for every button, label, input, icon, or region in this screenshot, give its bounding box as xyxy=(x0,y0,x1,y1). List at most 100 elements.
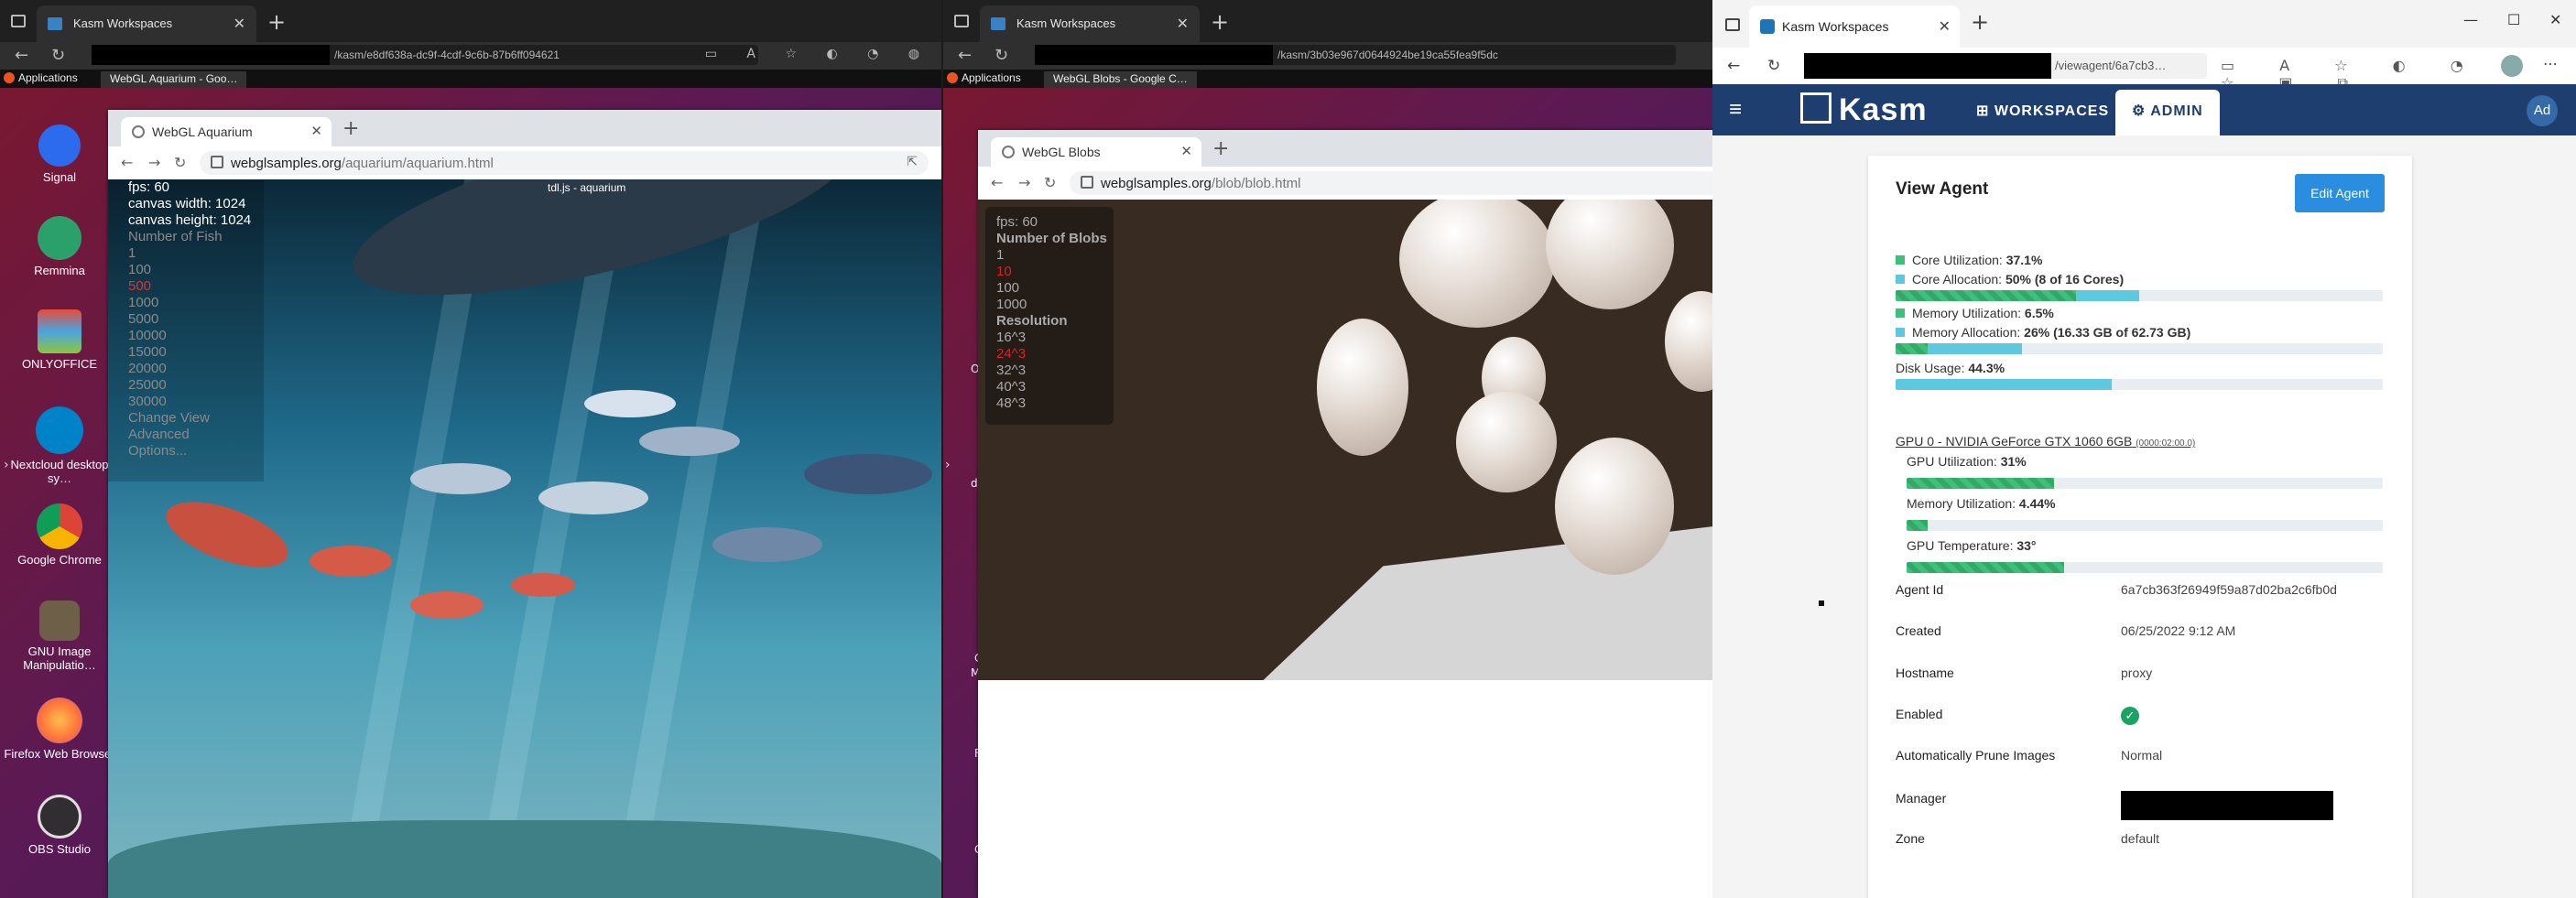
outer-tab[interactable]: Kasm Workspaces ✕ xyxy=(37,5,256,42)
outer-tab[interactable]: Kasm Workspaces ✕ xyxy=(980,5,1200,42)
edit-agent-button[interactable]: Edit Agent xyxy=(2295,174,2385,212)
blobs-canvas[interactable]: fps: 60 Number of Blobs 1 10 100 1000 Re… xyxy=(978,200,1712,898)
desktop-icon-signal[interactable]: Signal xyxy=(0,124,119,184)
fish-option[interactable]: 100 xyxy=(108,262,264,278)
minimize-icon[interactable]: — xyxy=(2463,11,2478,28)
refresh-icon[interactable]: ↻ xyxy=(51,46,65,65)
url-field[interactable]: /kasm/e8df638a-dc9f-4cdf-9c6b-87b6ff0946… xyxy=(92,45,758,65)
fish-option-selected[interactable]: 500 xyxy=(108,278,264,295)
tab-actions-icon[interactable] xyxy=(954,15,969,27)
chrome-tab[interactable]: WebGL Aquarium ✕ xyxy=(121,117,332,146)
change-view-option[interactable]: Change View xyxy=(108,410,264,427)
expand-left-icon[interactable]: › xyxy=(4,458,9,472)
refresh-icon[interactable]: ↻ xyxy=(995,46,1008,65)
fish-option[interactable]: 30000 xyxy=(108,394,264,410)
close-icon[interactable]: ✕ xyxy=(310,123,322,139)
new-tab-icon[interactable]: + xyxy=(1971,9,1989,35)
detail-value: proxy xyxy=(2121,665,2153,680)
desktop-icon-onlyoffice[interactable]: ONLYOFFICE xyxy=(0,309,119,371)
toolbar-icons[interactable]: ▭ A ☆ ◐ ◔ ◍ xyxy=(705,47,932,61)
applications-label: Applications xyxy=(962,71,1021,84)
desktop-icon-remmina[interactable]: Remmina xyxy=(0,216,119,277)
url-field[interactable]: /viewagent/6a7cb3… xyxy=(1804,53,2207,79)
user-avatar[interactable]: Ad xyxy=(2527,95,2558,126)
gpu-temp-fill xyxy=(1907,562,2064,573)
legend-swatch xyxy=(1896,255,1905,265)
more-icon[interactable]: ⋯ xyxy=(2543,55,2558,72)
silver-fish xyxy=(584,390,676,417)
reload-icon[interactable]: ↻ xyxy=(1044,174,1056,191)
blob-option[interactable]: 1000 xyxy=(985,297,1114,313)
expand-left-icon[interactable]: › xyxy=(945,458,951,472)
close-icon[interactable]: ✕ xyxy=(1180,143,1192,159)
desktop-icon-gimp[interactable]: GNU Image Manipulatio… xyxy=(0,600,119,672)
edge-tab[interactable]: Kasm Workspaces ✕ xyxy=(1749,5,1960,48)
back-icon[interactable]: ← xyxy=(1727,57,1740,75)
close-icon[interactable]: ✕ xyxy=(1939,17,1951,35)
share-icon[interactable]: ⇱ xyxy=(907,155,918,169)
omnibox[interactable]: webglsamples.org/aquarium/aquarium.html … xyxy=(200,151,929,175)
kasm-logo[interactable]: Kasm xyxy=(1800,92,1928,128)
close-window-icon[interactable]: ✕ xyxy=(2549,11,2561,28)
chrome-window-blobs: WebGL Blobs ✕ + ← → ↻ webglsamples.org/b… xyxy=(978,130,1712,898)
forward-icon[interactable]: → xyxy=(1018,174,1030,191)
close-icon[interactable]: ✕ xyxy=(234,15,245,32)
taskbar-window-button[interactable]: WebGL Blobs - Google C… xyxy=(1044,71,1197,88)
refresh-icon[interactable]: ↻ xyxy=(1767,57,1780,75)
hamburger-icon[interactable]: ≡ xyxy=(1729,97,1742,123)
profile-icon[interactable] xyxy=(2501,55,2523,77)
gpu-link[interactable]: GPU 0 - NVIDIA GeForce GTX 1060 6GB (000… xyxy=(1896,434,2195,449)
fish-option[interactable]: 20000 xyxy=(108,361,264,377)
new-tab-icon[interactable]: + xyxy=(267,9,286,35)
options-option[interactable]: Options... xyxy=(108,443,264,460)
resolution-option[interactable]: 16^3 xyxy=(985,330,1114,346)
tab-actions-icon[interactable] xyxy=(1725,18,1740,31)
tdl-credit[interactable]: tdl.js - aquarium xyxy=(548,181,625,194)
back-icon[interactable]: ← xyxy=(15,46,28,65)
reload-icon[interactable]: ↻ xyxy=(174,154,186,171)
blob-option[interactable]: 100 xyxy=(985,280,1114,297)
blob-option-selected[interactable]: 10 xyxy=(985,264,1114,280)
chrome-tab[interactable]: WebGL Blobs ✕ xyxy=(991,137,1201,167)
new-tab-icon[interactable]: + xyxy=(1212,137,1229,160)
fish-option[interactable]: 10000 xyxy=(108,328,264,344)
desktop-icon-nextcloud[interactable]: Nextcloud desktop sy… xyxy=(0,406,119,485)
omnibox[interactable]: webglsamples.org/blob/blob.html xyxy=(1070,171,1712,195)
metric-value: 33° xyxy=(2016,538,2037,553)
gpu-util-fill xyxy=(1907,478,2055,489)
taskbar-window-button[interactable]: WebGL Aquarium - Goo… xyxy=(101,71,247,88)
nav-admin[interactable]: ⚙ ADMIN xyxy=(2115,90,2220,135)
resolution-option[interactable]: 32^3 xyxy=(985,362,1114,379)
fish-option[interactable]: 1 xyxy=(108,245,264,262)
applications-menu[interactable]: Applications xyxy=(947,71,1021,84)
fish-option[interactable]: 25000 xyxy=(108,377,264,394)
resolution-option-selected[interactable]: 24^3 xyxy=(985,346,1114,362)
back-icon[interactable]: ← xyxy=(991,174,1003,191)
resolution-option[interactable]: 48^3 xyxy=(985,395,1114,412)
globe-icon xyxy=(1002,146,1015,158)
fish-option[interactable]: 1000 xyxy=(108,295,264,311)
detail-row-agent-id: Agent Id 6a7cb363f26949f59a87d02ba2c6fb0d xyxy=(1896,582,2383,600)
tab-actions-icon[interactable] xyxy=(11,15,26,27)
blob-option[interactable]: 1 xyxy=(985,247,1114,264)
advanced-option[interactable]: Advanced xyxy=(108,427,264,443)
desktop-icon-chrome[interactable]: Google Chrome xyxy=(0,503,119,567)
desktop-icon-obs[interactable]: OBS Studio xyxy=(0,795,119,856)
close-icon[interactable]: ✕ xyxy=(1177,15,1189,32)
maximize-icon[interactable]: ☐ xyxy=(2507,11,2520,28)
resolution-option[interactable]: 40^3 xyxy=(985,379,1114,395)
new-tab-icon[interactable]: + xyxy=(342,117,359,140)
outer-tab-title: Kasm Workspaces xyxy=(1016,16,1116,30)
url-field[interactable]: /kasm/3b03e967d0644924be19ca55fea9f5dc xyxy=(1035,45,1676,65)
applications-menu[interactable]: Applications xyxy=(4,71,78,84)
back-icon[interactable]: ← xyxy=(958,46,972,65)
nav-workspaces[interactable]: ⊞ WORKSPACES xyxy=(1976,102,2109,120)
fish-option[interactable]: 15000 xyxy=(108,344,264,361)
fish-option[interactable]: 5000 xyxy=(108,311,264,328)
desktop-icon-firefox[interactable]: Firefox Web Browser xyxy=(0,698,119,761)
aquarium-canvas[interactable]: fps: 60 canvas width: 1024 canvas height… xyxy=(108,179,941,898)
back-icon[interactable]: ← xyxy=(121,154,133,171)
forward-icon[interactable]: → xyxy=(148,154,160,171)
new-tab-icon[interactable]: + xyxy=(1211,9,1229,35)
app-label: OBS Studio xyxy=(28,842,91,856)
